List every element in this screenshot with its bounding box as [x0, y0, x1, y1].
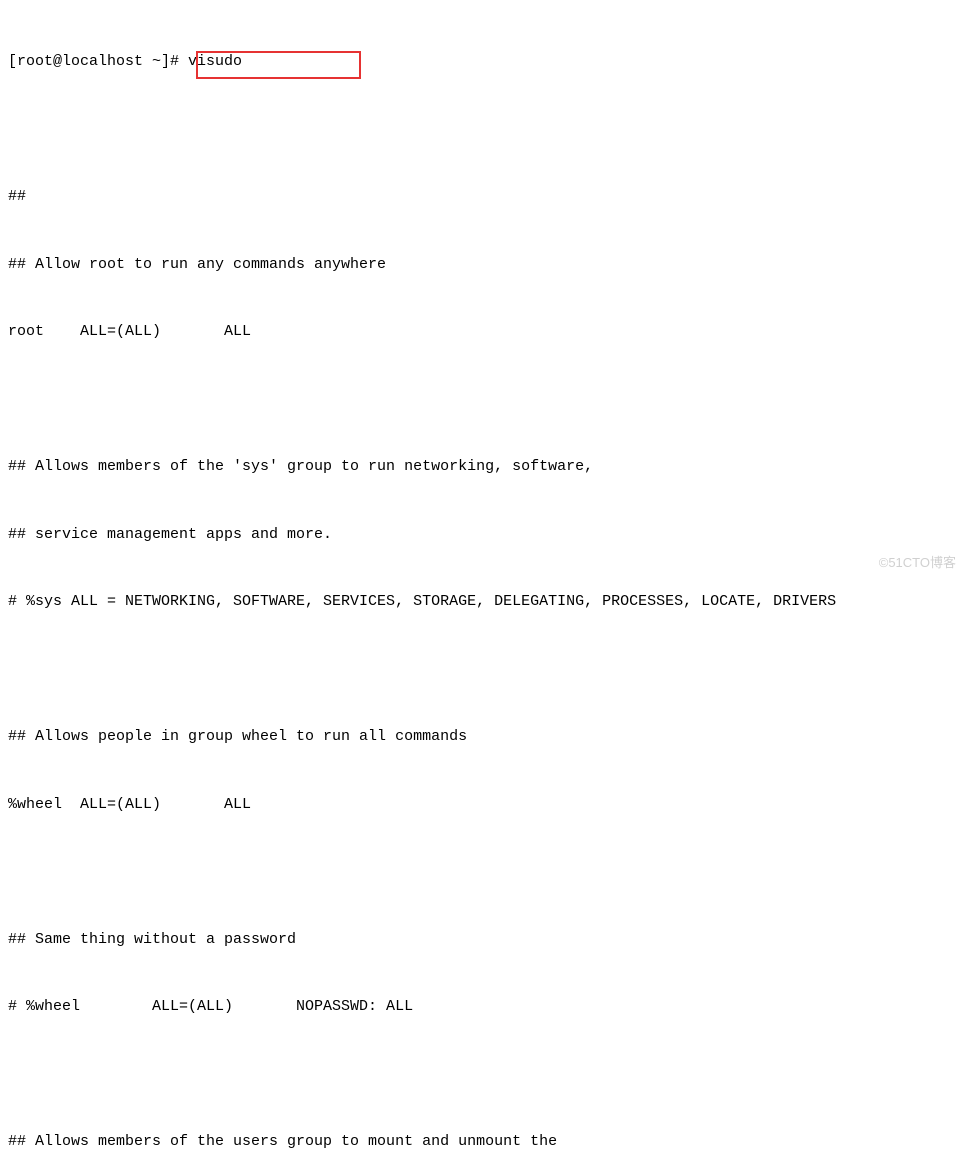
output-line	[8, 1064, 958, 1087]
output-line	[8, 389, 958, 412]
shell-prompt: [root@localhost ~]#	[8, 53, 179, 70]
output-line: ## Same thing without a password	[8, 929, 958, 952]
output-line: # %sys ALL = NETWORKING, SOFTWARE, SERVI…	[8, 591, 958, 614]
output-line: ## service management apps and more.	[8, 524, 958, 547]
command-text: visudo	[188, 53, 242, 70]
output-line: %wheel ALL=(ALL) ALL	[8, 794, 958, 817]
output-line: ## Allows members of the 'sys' group to …	[8, 456, 958, 479]
output-line: ## Allows members of the users group to …	[8, 1131, 958, 1154]
output-line	[8, 119, 958, 142]
output-line: root ALL=(ALL) ALL	[8, 321, 958, 344]
output-line	[8, 861, 958, 884]
output-line: ##	[8, 186, 958, 209]
output-line: # %wheel ALL=(ALL) NOPASSWD: ALL	[8, 996, 958, 1019]
watermark-text: ©51CTO博客	[879, 553, 956, 573]
prompt-line: [root@localhost ~]# visudo	[8, 51, 958, 74]
output-line: ## Allows people in group wheel to run a…	[8, 726, 958, 749]
terminal-output: [root@localhost ~]# visudo ## ## Allow r…	[8, 6, 958, 1156]
output-line: ## Allow root to run any commands anywhe…	[8, 254, 958, 277]
output-line	[8, 659, 958, 682]
